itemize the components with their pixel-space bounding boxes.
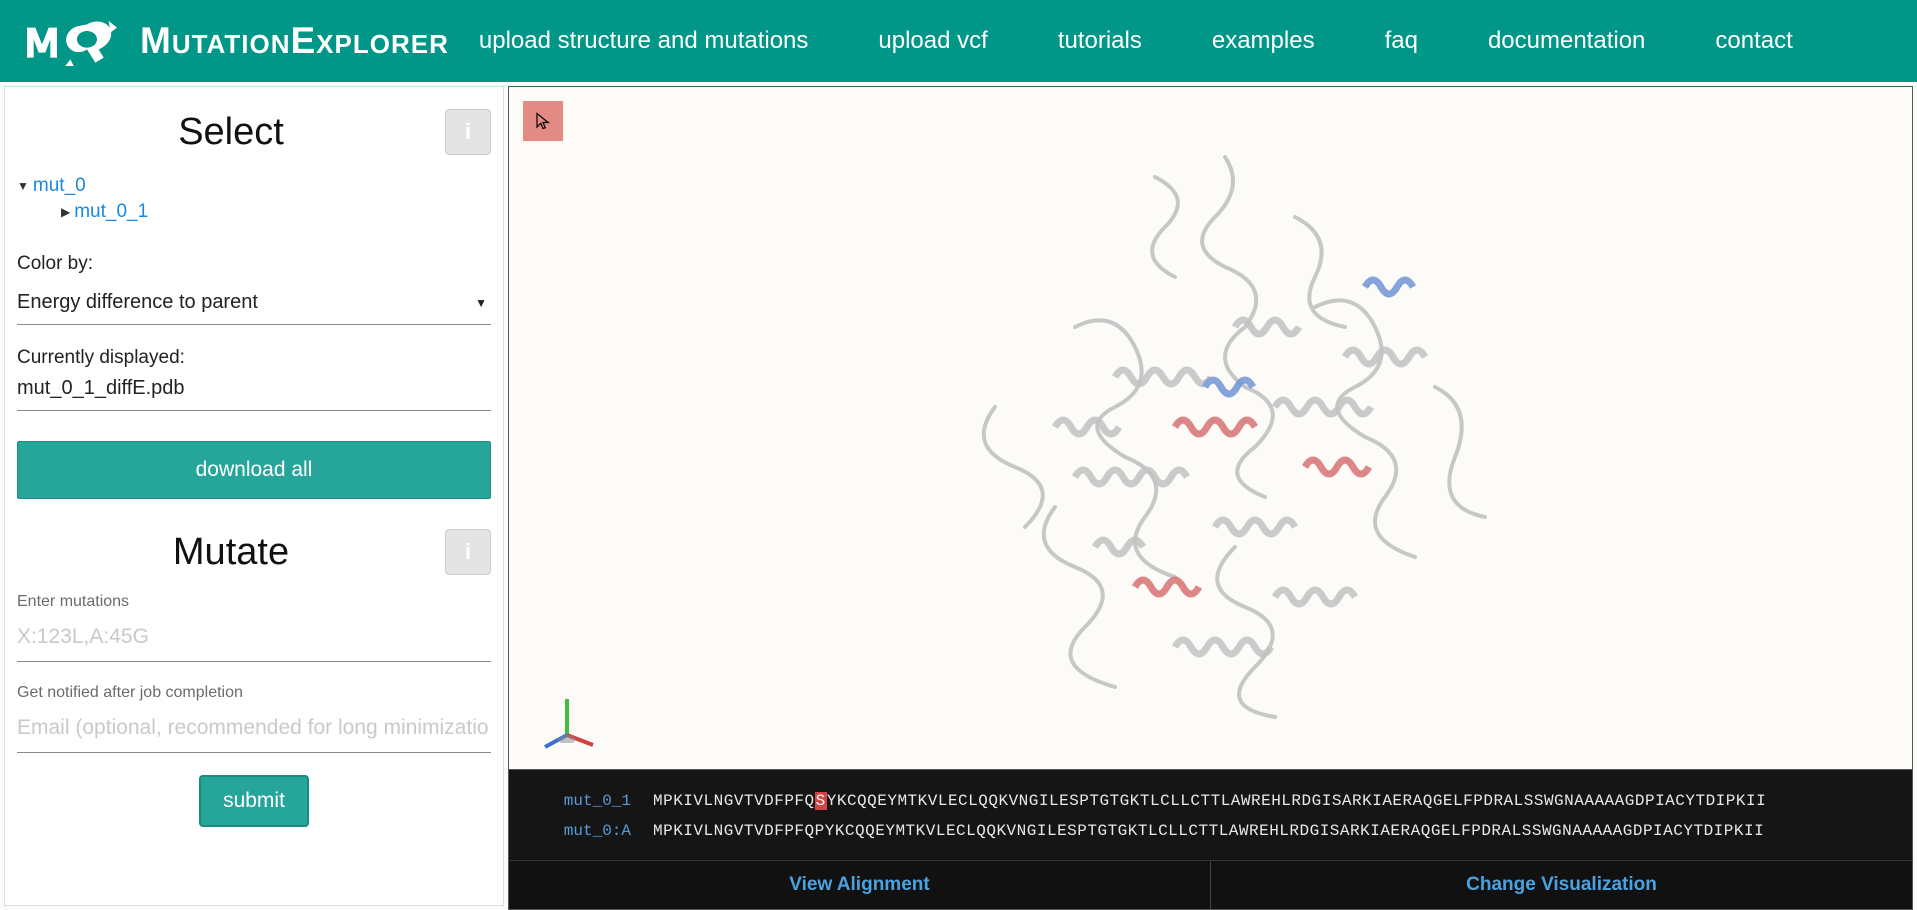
currently-displayed-label: Currently displayed:	[17, 347, 491, 369]
download-all-button[interactable]: download all	[17, 441, 491, 499]
select-heading: Select	[17, 111, 445, 154]
main: Select i ▼ mut_0 ▶ mut_0_1 Color by: Ene…	[0, 82, 1917, 910]
mutate-info-button[interactable]: i	[445, 529, 491, 575]
tab-view-alignment[interactable]: View Alignment	[509, 861, 1211, 909]
chevron-down-icon: ▼	[475, 296, 487, 310]
nav-faq[interactable]: faq	[1385, 27, 1418, 55]
sidebar: Select i ▼ mut_0 ▶ mut_0_1 Color by: Ene…	[4, 86, 504, 906]
seq-label-1: mut_0:A	[539, 822, 631, 840]
nav-upload-vcf[interactable]: upload vcf	[878, 27, 987, 55]
cursor-tool-button[interactable]	[523, 101, 563, 141]
sequence-bar: mut_0_1 MPKIVLNGVTVDFPFQSYKCQQEYMTKVLECL…	[508, 770, 1913, 860]
axis-gizmo	[539, 691, 599, 751]
color-by-select[interactable]: Energy difference to parent ▼	[17, 283, 491, 325]
nav-documentation[interactable]: documentation	[1488, 27, 1645, 55]
email-input-label: Get notified after job completion	[17, 684, 491, 702]
select-heading-row: Select i	[17, 109, 491, 155]
nav-contact[interactable]: contact	[1715, 27, 1792, 55]
mutate-heading-row: Mutate i	[17, 529, 491, 575]
protein-render	[875, 127, 1575, 767]
logo-icon	[22, 16, 122, 66]
nav: upload structure and mutations upload vc…	[479, 27, 1895, 55]
email-input[interactable]	[17, 706, 491, 753]
seq-text-1[interactable]: MPKIVLNGVTVDFPFQPYKCQQEYMTKVLECLQQKVNGIL…	[653, 822, 1764, 840]
tree-child[interactable]: ▶ mut_0_1	[61, 199, 491, 225]
logo-text: MutationExplorer	[140, 20, 449, 62]
seq-mutation-highlight: S	[815, 792, 827, 810]
caret-down-icon: ▼	[17, 179, 29, 193]
currently-displayed-value: mut_0_1_diffE.pdb	[17, 377, 491, 411]
viewer-pane: mut_0_1 MPKIVLNGVTVDFPFQSYKCQQEYMTKVLECL…	[508, 86, 1913, 910]
nav-examples[interactable]: examples	[1212, 27, 1315, 55]
mutations-input-label: Enter mutations	[17, 593, 491, 611]
caret-right-icon: ▶	[61, 205, 70, 219]
tree-child-link[interactable]: mut_0_1	[74, 201, 148, 223]
sequence-row-1: mut_0:A MPKIVLNGVTVDFPFQPYKCQQEYMTKVLECL…	[539, 816, 1882, 846]
seq-label-0: mut_0_1	[539, 792, 631, 810]
header: MutationExplorer upload structure and mu…	[0, 0, 1917, 82]
tab-change-visualization[interactable]: Change Visualization	[1211, 861, 1912, 909]
sequence-row-0: mut_0_1 MPKIVLNGVTVDFPFQSYKCQQEYMTKVLECL…	[539, 786, 1882, 816]
structure-tree: ▼ mut_0 ▶ mut_0_1	[17, 173, 491, 225]
color-by-value: Energy difference to parent	[17, 291, 258, 314]
bottom-tabs: View Alignment Change Visualization	[508, 860, 1913, 910]
mutations-input[interactable]	[17, 615, 491, 662]
color-by-label: Color by:	[17, 253, 491, 275]
submit-button[interactable]: submit	[199, 775, 309, 827]
select-info-button[interactable]: i	[445, 109, 491, 155]
logo-block: MutationExplorer	[22, 16, 449, 66]
nav-upload-structure[interactable]: upload structure and mutations	[479, 27, 809, 55]
mutate-heading: Mutate	[17, 531, 445, 574]
tree-root[interactable]: ▼ mut_0	[17, 173, 491, 199]
cursor-icon	[534, 112, 552, 130]
seq-text-0[interactable]: MPKIVLNGVTVDFPFQSYKCQQEYMTKVLECLQQKVNGIL…	[653, 792, 1766, 810]
structure-viewer[interactable]	[508, 86, 1913, 770]
nav-tutorials[interactable]: tutorials	[1058, 27, 1142, 55]
tree-root-link[interactable]: mut_0	[33, 175, 86, 197]
